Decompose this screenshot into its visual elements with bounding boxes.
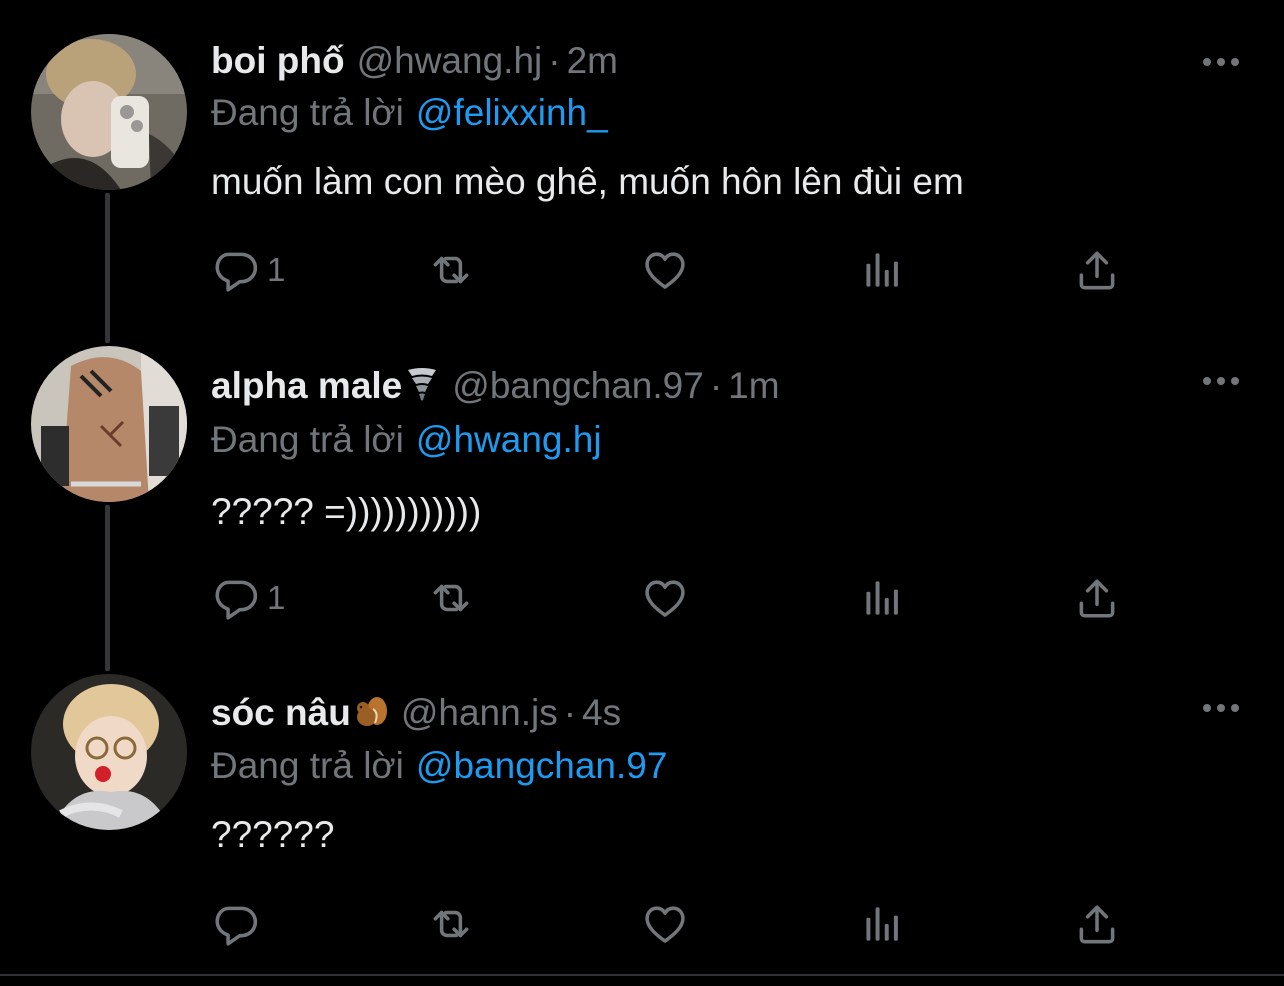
replying-to: Đang trả lời @hwang.hj [211,418,602,462]
retweet-icon [426,245,476,295]
separator-dot: · [548,40,561,81]
timestamp[interactable]: 4s [582,692,621,733]
reply-count: 1 [267,251,286,288]
reply-button[interactable]: 1 [211,568,285,628]
replying-to-handle[interactable]: @hwang.hj [416,419,602,460]
like-button[interactable] [640,894,690,954]
more-dots-icon [1198,50,1244,74]
user-handle[interactable]: @hwang.hj [357,40,543,81]
retweet-button[interactable] [426,568,476,628]
replying-to-handle[interactable]: @felixxinh_ [416,92,608,133]
tweet-text: ?????? [211,814,335,855]
replying-to-label: Đang trả lời [211,419,404,460]
views-icon [856,573,906,623]
display-name[interactable]: alpha male [211,365,402,406]
share-button[interactable] [1072,894,1122,954]
share-icon [1072,573,1122,623]
display-name[interactable]: sóc nâu [211,692,351,733]
replying-to-label: Đang trả lời [211,92,404,133]
reply-icon [211,899,261,949]
tweet-header: boi phố @hwang.hj · 2m [211,39,618,83]
tweet-header: alpha male @bangchan.97 · 1m [211,364,780,408]
more-dots-icon [1198,696,1244,720]
share-icon [1072,245,1122,295]
reply-count: 1 [267,579,286,616]
like-button[interactable] [640,568,690,628]
avatar-photo [31,674,187,830]
avatar[interactable] [31,674,187,830]
tweet-text: muốn làm con mèo ghê, muốn hôn lên đùi e… [211,161,964,202]
tweet-actions: 1 [0,568,1284,628]
views-button[interactable] [856,240,906,300]
tweet-actions [0,894,1284,954]
share-button[interactable] [1072,240,1122,300]
more-options-button[interactable] [1198,696,1244,720]
tweet-header: sóc nâu @hann.js · 4s [211,691,621,735]
avatar[interactable] [31,34,187,190]
like-icon [640,245,690,295]
reply-button[interactable]: 1 [211,240,285,300]
tweet-actions: 1 [0,240,1284,300]
bottom-divider [0,974,1284,976]
more-options-button[interactable] [1198,50,1244,74]
replying-to: Đang trả lời @bangchan.97 [211,744,667,788]
reply-icon [211,245,261,295]
separator-dot: · [563,692,577,733]
retweet-button[interactable] [426,240,476,300]
tweet[interactable]: sóc nâu @hann.js · 4s Đang trả lời @bangchan… [0,658,1284,974]
replying-to-handle[interactable]: @bangchan.97 [416,745,668,786]
more-dots-icon [1198,369,1244,393]
tweet-text: ????? =))))))))))) [211,491,482,532]
timestamp[interactable]: 2m [567,40,618,81]
more-options-button[interactable] [1198,369,1244,393]
views-button[interactable] [856,568,906,628]
reply-button[interactable] [211,894,267,954]
views-icon [856,245,906,295]
avatar[interactable] [31,346,187,502]
tweet[interactable]: boi phố @hwang.hj · 2m Đang trả lời @felixxi… [0,0,1284,330]
replying-to: Đang trả lời @felixxinh_ [211,91,608,135]
user-handle[interactable]: @hann.js [401,692,558,733]
tornado-emoji-icon [404,364,440,404]
avatar-photo [31,346,187,502]
views-button[interactable] [856,894,906,954]
like-icon [640,899,690,949]
user-handle[interactable]: @bangchan.97 [452,365,704,406]
retweet-button[interactable] [426,894,476,954]
replying-to-label: Đang trả lời [211,745,404,786]
display-name[interactable]: boi phố [211,40,345,81]
retweet-icon [426,573,476,623]
chipmunk-emoji-icon [353,691,389,731]
like-button[interactable] [640,240,690,300]
views-icon [856,899,906,949]
reply-thread: boi phố @hwang.hj · 2m Đang trả lời @felixxi… [0,0,1284,986]
retweet-icon [426,899,476,949]
share-icon [1072,899,1122,949]
reply-icon [211,573,261,623]
avatar-photo [31,34,187,190]
timestamp[interactable]: 1m [728,365,779,406]
like-icon [640,573,690,623]
tweet[interactable]: alpha male @bangchan.97 · 1m Đang trả lời @h… [0,330,1284,658]
separator-dot: · [709,365,723,406]
share-button[interactable] [1072,568,1122,628]
